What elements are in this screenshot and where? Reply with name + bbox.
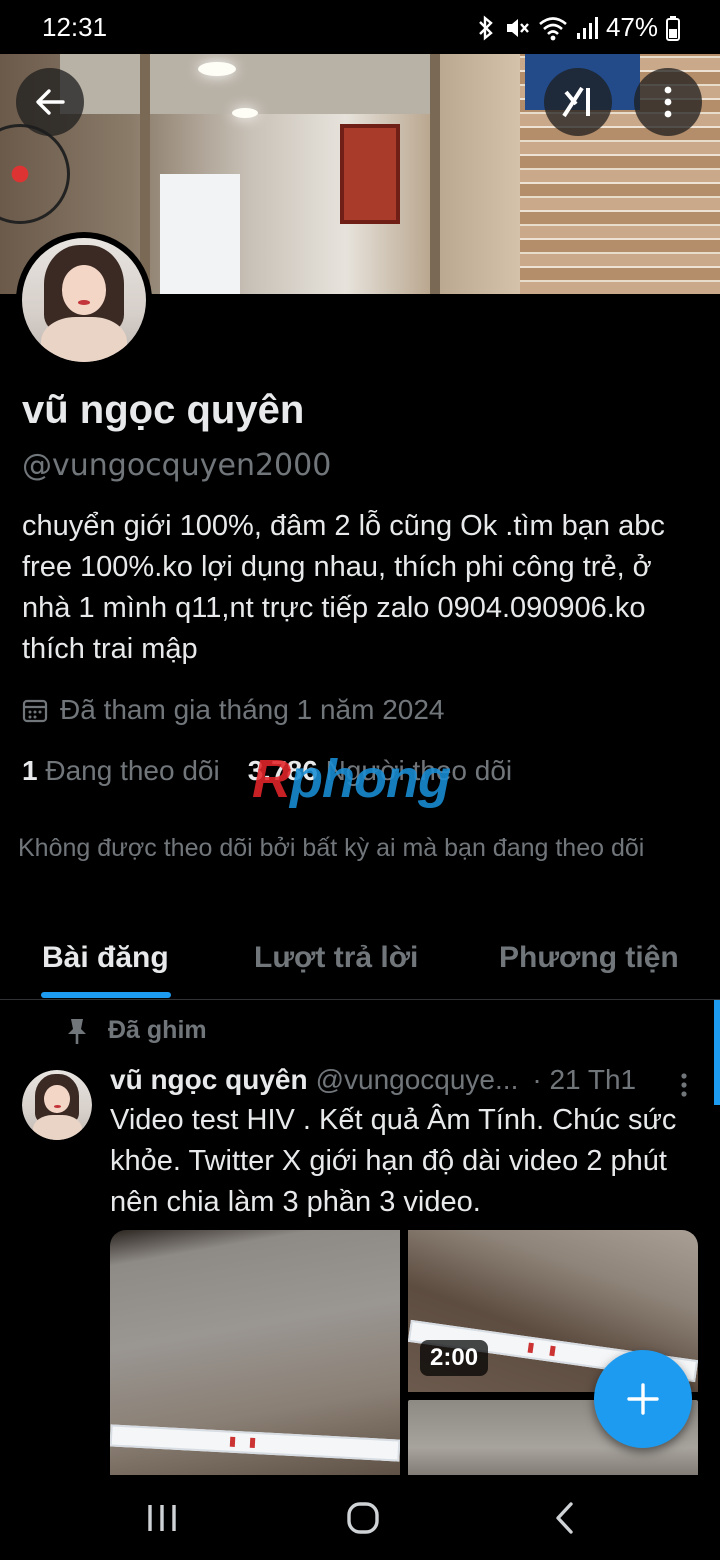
battery-icon xyxy=(666,15,680,41)
recent-apps-icon xyxy=(148,1505,176,1531)
battery-percent: 47% xyxy=(605,12,658,42)
scrollbar[interactable] xyxy=(714,1000,720,1105)
signal-icon xyxy=(576,16,598,39)
grok-icon xyxy=(562,86,590,118)
tab-posts[interactable]: Bài đăng xyxy=(42,941,169,975)
not-followed-note: Không được theo dõi bởi bất kỳ ai mà bạn… xyxy=(18,834,645,862)
home-button[interactable] xyxy=(333,1495,393,1541)
more-options-button[interactable] xyxy=(634,68,702,136)
profile-tabs: Bài đăng Lượt trả lời Phương tiện xyxy=(0,925,720,1000)
grok-button[interactable] xyxy=(544,68,612,136)
following-label: Đang theo dõi xyxy=(45,755,220,786)
post-more-button[interactable] xyxy=(672,1070,696,1100)
banner-fan xyxy=(0,124,70,224)
following-link[interactable]: 1 Đang theo dõi xyxy=(22,755,220,787)
banner-ceiling xyxy=(60,54,440,114)
profile-avatar[interactable] xyxy=(16,232,152,368)
wifi-icon xyxy=(539,16,567,40)
joined-date-text: Đã tham gia tháng 1 năm 2024 xyxy=(60,694,445,725)
pinned-label-text: Đã ghim xyxy=(108,1016,207,1044)
post-author-avatar[interactable] xyxy=(22,1070,92,1140)
watermark-logo: Rphong xyxy=(252,749,451,809)
pin-icon xyxy=(68,1018,86,1044)
tab-media[interactable]: Phương tiện xyxy=(499,941,679,975)
pinned-label: Đã ghim xyxy=(66,1016,207,1045)
more-vertical-icon xyxy=(664,86,672,118)
recent-apps-button[interactable] xyxy=(132,1495,192,1541)
tab-replies[interactable]: Lượt trả lời xyxy=(254,941,418,975)
status-time: 12:31 xyxy=(42,12,108,42)
video-duration-badge: 2:00 xyxy=(420,1340,489,1376)
banner-door xyxy=(160,174,240,294)
compose-post-button[interactable] xyxy=(594,1350,692,1448)
following-count: 1 xyxy=(22,755,38,786)
more-vertical-icon xyxy=(681,1073,687,1097)
banner-light xyxy=(198,62,236,76)
profile-handle: @vungocquyen2000 xyxy=(22,448,332,483)
active-tab-indicator xyxy=(41,992,171,998)
mute-icon xyxy=(506,18,529,37)
plus-icon xyxy=(627,1383,659,1415)
banner-light xyxy=(232,108,258,118)
banner-pole xyxy=(140,54,150,294)
home-icon xyxy=(347,1502,379,1534)
back-button[interactable] xyxy=(16,68,84,136)
post-avatar-image xyxy=(22,1070,92,1140)
test-strip xyxy=(110,1424,400,1462)
system-navigation-bar xyxy=(0,1475,720,1560)
status-icons: 47% xyxy=(476,12,680,43)
banner-pole xyxy=(430,54,440,294)
post-header: vũ ngọc quyên @vungocquye... · 21 Th1 xyxy=(110,1064,700,1096)
post-author-name[interactable]: vũ ngọc quyên xyxy=(110,1064,308,1096)
banner-cabinet xyxy=(340,124,400,224)
post-author-handle[interactable]: @vungocquye... xyxy=(316,1064,519,1096)
profile-bio: chuyển giới 100%, đâm 2 lỗ cũng Ok .tìm … xyxy=(22,510,665,665)
profile-display-name: vũ ngọc quyên xyxy=(22,388,305,432)
chevron-left-icon xyxy=(556,1502,573,1534)
post-text: Video test HIV . Kết quả Âm Tính. Chúc s… xyxy=(110,1104,677,1218)
bluetooth-icon xyxy=(479,14,493,41)
post-media-video-1[interactable] xyxy=(110,1230,400,1480)
post-date[interactable]: · 21 Th1 xyxy=(532,1064,636,1096)
arrow-left-icon xyxy=(36,89,65,115)
calendar-icon xyxy=(22,699,48,723)
status-bar: 12:31 47% xyxy=(0,0,720,54)
nav-back-button[interactable] xyxy=(534,1495,594,1541)
avatar-image xyxy=(22,238,146,362)
joined-date: Đã tham gia tháng 1 năm 2024 xyxy=(22,694,444,726)
